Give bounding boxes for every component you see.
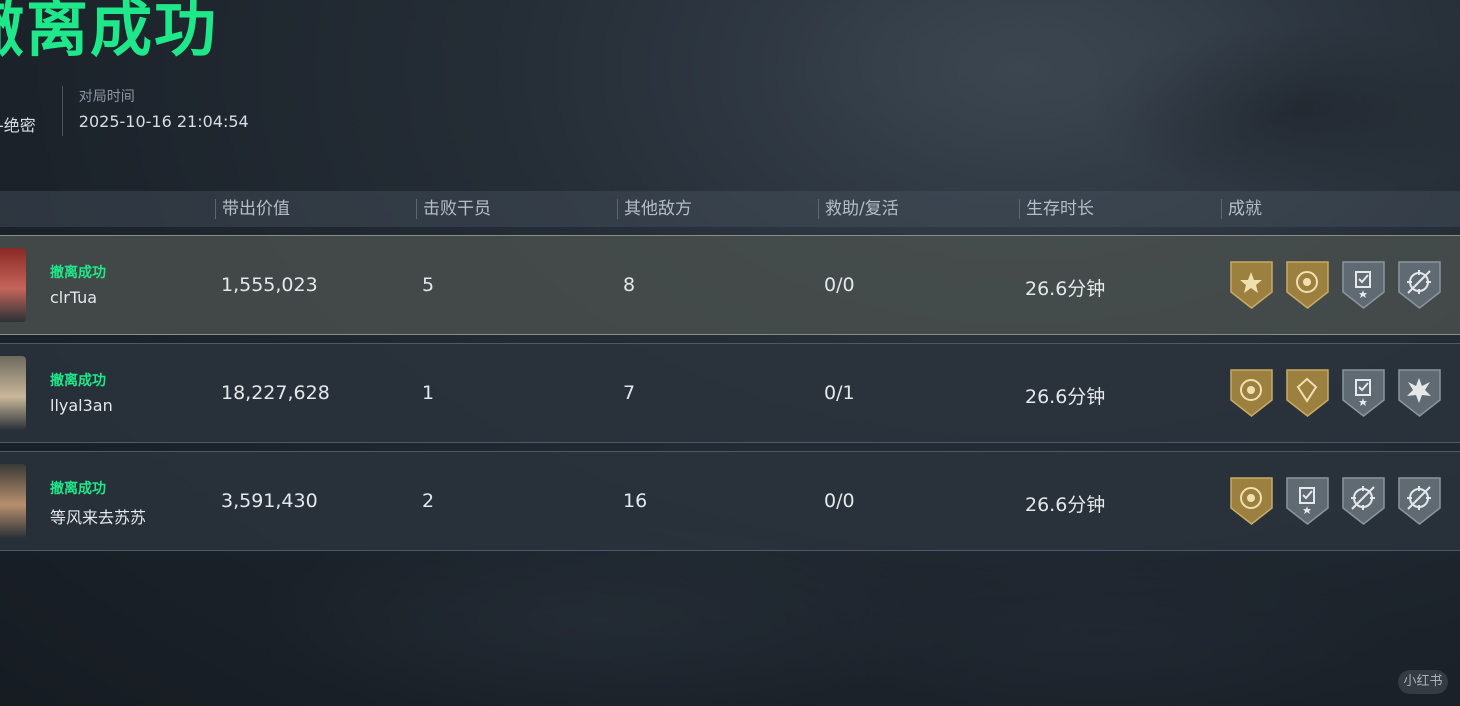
time-value: 2025-10-16 21:04:54 bbox=[78, 112, 249, 131]
other-enemies-cell: 16 bbox=[623, 490, 648, 512]
match-meta: 禁地-绝密 对局时间 2025-10-16 21:04:54 bbox=[0, 86, 275, 136]
col-survival-header: 生存时长 bbox=[1019, 199, 1094, 219]
other-enemies-cell: 7 bbox=[623, 382, 636, 404]
assist-revive-cell: 0/0 bbox=[824, 274, 855, 296]
gold-emblem-badge-icon[interactable] bbox=[1229, 368, 1274, 418]
player-avatar bbox=[0, 464, 26, 538]
other-enemies-cell: 8 bbox=[623, 274, 636, 296]
silver-check-badge-icon[interactable] bbox=[1341, 368, 1386, 418]
survival-time-cell: 26.6分钟 bbox=[1025, 278, 1106, 300]
silver-check-badge-icon[interactable] bbox=[1285, 476, 1330, 526]
player-avatar bbox=[0, 248, 26, 322]
col-assist-header: 救助/复活 bbox=[818, 199, 899, 219]
player-avatar bbox=[0, 356, 26, 430]
time-label: 对局时间 bbox=[78, 89, 135, 105]
kills-cell: 2 bbox=[422, 490, 435, 512]
value-cell: 18,227,628 bbox=[221, 382, 330, 404]
table-row[interactable]: 撤离成功 等风来去苏苏 3,591,430 2 16 0/0 26.6分钟 bbox=[0, 451, 1460, 551]
table-row[interactable]: 撤离成功 clrTua 1,555,023 5 8 0/0 26.6分钟 bbox=[0, 235, 1460, 335]
table-row[interactable]: 撤离成功 llyal3an 18,227,628 1 7 0/1 26.6分钟 bbox=[0, 343, 1460, 443]
achievement-badges bbox=[1229, 260, 1442, 310]
time-info: 对局时间 2025-10-16 21:04:54 bbox=[79, 86, 275, 131]
kills-cell: 5 bbox=[422, 274, 435, 296]
col-other-header: 其他敌方 bbox=[617, 199, 692, 219]
extraction-status: 撤离成功 bbox=[50, 481, 106, 497]
extraction-status: 撤离成功 bbox=[50, 265, 106, 281]
gold-emblem-badge-icon[interactable] bbox=[1229, 476, 1274, 526]
assist-revive-cell: 0/1 bbox=[824, 382, 855, 404]
gold-star-badge-icon[interactable] bbox=[1229, 260, 1274, 310]
map-value: 禁地-绝密 bbox=[0, 116, 36, 135]
player-name: 等风来去苏苏 bbox=[50, 508, 147, 527]
survival-time-cell: 26.6分钟 bbox=[1025, 494, 1106, 516]
survival-time-cell: 26.6分钟 bbox=[1025, 386, 1106, 408]
silver-crosshair-badge-icon[interactable] bbox=[1397, 476, 1442, 526]
assist-revive-cell: 0/0 bbox=[824, 490, 855, 512]
col-kills-header: 击败干员 bbox=[416, 199, 491, 219]
page-title: 撤离成功 bbox=[0, 0, 219, 65]
value-cell: 3,591,430 bbox=[221, 490, 318, 512]
col-value-header: 带出价值 bbox=[215, 199, 290, 219]
extraction-status: 撤离成功 bbox=[50, 373, 106, 389]
silver-crosshair-badge-icon[interactable] bbox=[1341, 476, 1386, 526]
kills-cell: 1 bbox=[422, 382, 435, 404]
silver-check-badge-icon[interactable] bbox=[1341, 260, 1386, 310]
gold-emblem-badge-icon[interactable] bbox=[1285, 260, 1330, 310]
silver-crosshair-badge-icon[interactable] bbox=[1397, 260, 1442, 310]
table-header: 带出价值 击败干员 其他敌方 救助/复活 生存时长 成就 bbox=[0, 191, 1460, 227]
meta-divider bbox=[61, 86, 63, 136]
map-info: 禁地-绝密 bbox=[0, 86, 62, 136]
achievement-badges bbox=[1229, 368, 1442, 418]
player-name: llyal3an bbox=[50, 396, 113, 415]
gold-gem-badge-icon[interactable] bbox=[1285, 368, 1330, 418]
silver-burst-badge-icon[interactable] bbox=[1397, 368, 1442, 418]
col-achievement-header: 成就 bbox=[1221, 199, 1262, 219]
watermark: 小红书 bbox=[1398, 670, 1448, 694]
player-name: clrTua bbox=[50, 288, 98, 307]
achievement-badges bbox=[1229, 476, 1442, 526]
value-cell: 1,555,023 bbox=[221, 274, 318, 296]
